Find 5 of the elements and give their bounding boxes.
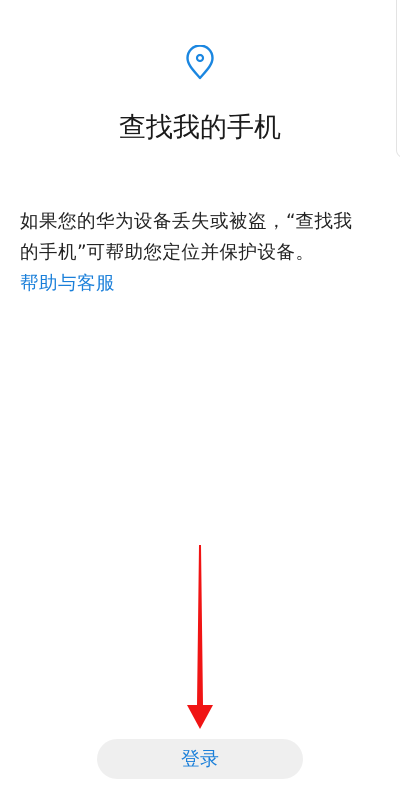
page-title: 查找我的手机 xyxy=(119,111,281,145)
help-link[interactable]: 帮助与客服 xyxy=(20,273,115,294)
description-text: 如果您的华为设备丢失或被盗，“查找我的手机”可帮助您定位并保护设备。 帮助与客服 xyxy=(20,210,354,296)
location-pin-icon xyxy=(185,45,215,80)
login-button[interactable]: 登录 xyxy=(97,739,303,779)
